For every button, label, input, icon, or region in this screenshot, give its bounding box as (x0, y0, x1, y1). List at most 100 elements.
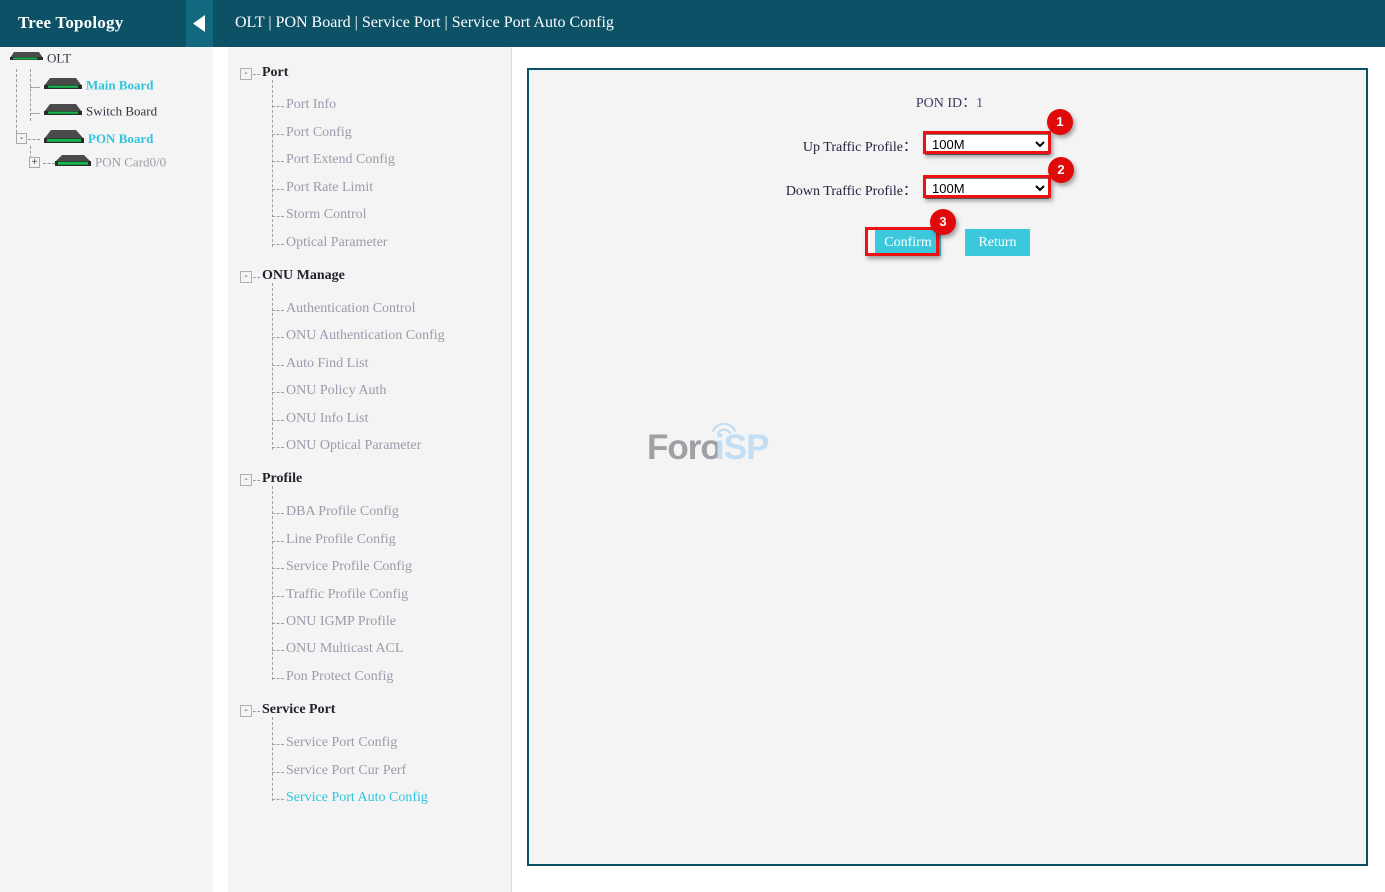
menu-item-label: Authentication Control (286, 301, 415, 317)
menu-connector (272, 596, 284, 597)
menu-item-label: Line Profile Config (286, 532, 396, 548)
tree-connector (28, 139, 40, 140)
menu-item-label: ONU Info List (286, 411, 368, 427)
menu-connector (253, 480, 260, 481)
menu-item-label: Service Profile Config (286, 559, 412, 575)
menu-item-label: Port Rate Limit (286, 180, 373, 196)
down-traffic-profile-label: Down Traffic Profile： (786, 180, 917, 200)
menu-item-label: Port Info (286, 97, 336, 113)
watermark-text-primary: Foro (647, 428, 721, 468)
menu-connector (253, 74, 260, 75)
tree-node-switch-board[interactable]: Switch Board (44, 101, 157, 123)
menu-connector (253, 711, 260, 712)
menu-connector (272, 678, 284, 679)
menu-connector (272, 420, 284, 421)
tree-node-label: Switch Board (86, 104, 157, 119)
menu-item-label: DBA Profile Config (286, 504, 399, 520)
tree-connector (30, 87, 40, 88)
menu-item-label: Optical Parameter (286, 235, 387, 251)
menu-connector (272, 134, 284, 135)
menu-connector (272, 310, 284, 311)
menu-connector (272, 365, 284, 366)
menu-group-toggle[interactable]: - (240, 68, 252, 80)
tree-connector (43, 163, 55, 164)
menu-item-label: Pon Protect Config (286, 669, 393, 685)
menu-group-label: Service Port (262, 702, 335, 718)
tree-node-label: OLT (47, 51, 71, 66)
top-bar: OLT | PON Board | Service Port | Service… (213, 0, 1385, 47)
device-card-icon (55, 152, 91, 173)
menu-item-label: Port Extend Config (286, 152, 395, 168)
tree-toggle-pon-card[interactable]: + (29, 157, 40, 168)
tree-topology-title: Tree Topology (18, 13, 123, 33)
menu-connector (272, 772, 284, 773)
menu-group-label: Port (262, 65, 288, 81)
menu-connector (272, 216, 284, 217)
menu-group-toggle[interactable]: - (240, 271, 252, 283)
menu-connector (272, 513, 284, 514)
menu-connector (272, 337, 284, 338)
menu-item-label: ONU Multicast ACL (286, 641, 403, 657)
menu-item-label: Storm Control (286, 207, 367, 223)
menu-connector (272, 799, 284, 800)
pon-id-separator: ： (962, 96, 976, 111)
menu-item-label: ONU Authentication Config (286, 328, 445, 344)
tree-node-main-board[interactable]: Main Board (44, 75, 154, 97)
tree-toggle-pon-board[interactable]: - (16, 133, 27, 144)
return-button[interactable]: Return (965, 229, 1030, 256)
menu-connector (272, 283, 273, 450)
tree-connector (16, 69, 17, 143)
menu-item-label: ONU IGMP Profile (286, 614, 396, 630)
up-traffic-profile-select[interactable]: 100M (925, 134, 1049, 155)
sidebar-collapse-button[interactable] (186, 0, 213, 47)
menu-item-label: ONU Optical Parameter (286, 438, 421, 454)
menu-item-label: ONU Policy Auth (286, 383, 386, 399)
tree-node-olt[interactable]: OLT (10, 49, 71, 71)
menu-item-label: Service Port Cur Perf (286, 763, 406, 779)
navigation-menu-panel: - Port Port Info Port Config Port Extend… (228, 47, 511, 892)
up-traffic-profile-label: Up Traffic Profile： (803, 136, 917, 156)
device-board-icon (44, 128, 84, 150)
menu-item-label: Auto Find List (286, 356, 368, 372)
foroisp-watermark: Foro iSP (647, 425, 777, 473)
breadcrumb: OLT | PON Board | Service Port | Service… (235, 14, 614, 32)
pon-id-row: PON ID：1 (529, 92, 1370, 112)
tree-node-pon-board[interactable]: PON Board (44, 128, 153, 150)
menu-group-toggle[interactable]: - (240, 705, 252, 717)
menu-connector (272, 623, 284, 624)
menu-connector (272, 161, 284, 162)
device-olt-icon (10, 49, 43, 68)
tree-topology-panel: Tree Topology (0, 0, 213, 892)
menu-connector (272, 106, 284, 107)
pon-id-label: PON ID (916, 96, 962, 111)
down-traffic-profile-select[interactable]: 100M (925, 178, 1049, 199)
menu-connector (272, 447, 284, 448)
menu-connector (272, 568, 284, 569)
tree-node-pon-card[interactable]: PON Card0/0 (55, 152, 166, 174)
menu-connector (272, 244, 284, 245)
menu-group-toggle[interactable]: - (240, 474, 252, 486)
tree-connector (30, 113, 40, 114)
menu-item-label: Service Port Config (286, 735, 397, 751)
tree-node-label: PON Board (88, 131, 153, 146)
menu-connector (272, 392, 284, 393)
pon-id-value: 1 (976, 96, 983, 111)
tree-topology-header: Tree Topology (0, 0, 213, 47)
watermark-text-secondary: iSP (715, 428, 768, 468)
tree-node-label: Main Board (86, 78, 154, 93)
menu-item-label: Traffic Profile Config (286, 587, 408, 603)
menu-group-label: Profile (262, 471, 302, 487)
menu-group-label: ONU Manage (262, 268, 345, 284)
menu-connector (272, 717, 273, 801)
menu-connector (272, 650, 284, 651)
menu-connector (272, 541, 284, 542)
menu-connector (253, 277, 260, 278)
app-root: Tree Topology (0, 0, 1385, 892)
device-board-icon (44, 101, 82, 122)
confirm-button[interactable]: Confirm (875, 229, 941, 256)
menu-item-label: Service Port Auto Config (286, 790, 428, 806)
menu-connector (272, 744, 284, 745)
tree-topology-body: OLT Main Board (0, 47, 213, 892)
menu-connector (272, 189, 284, 190)
wifi-arc-icon (709, 417, 739, 440)
